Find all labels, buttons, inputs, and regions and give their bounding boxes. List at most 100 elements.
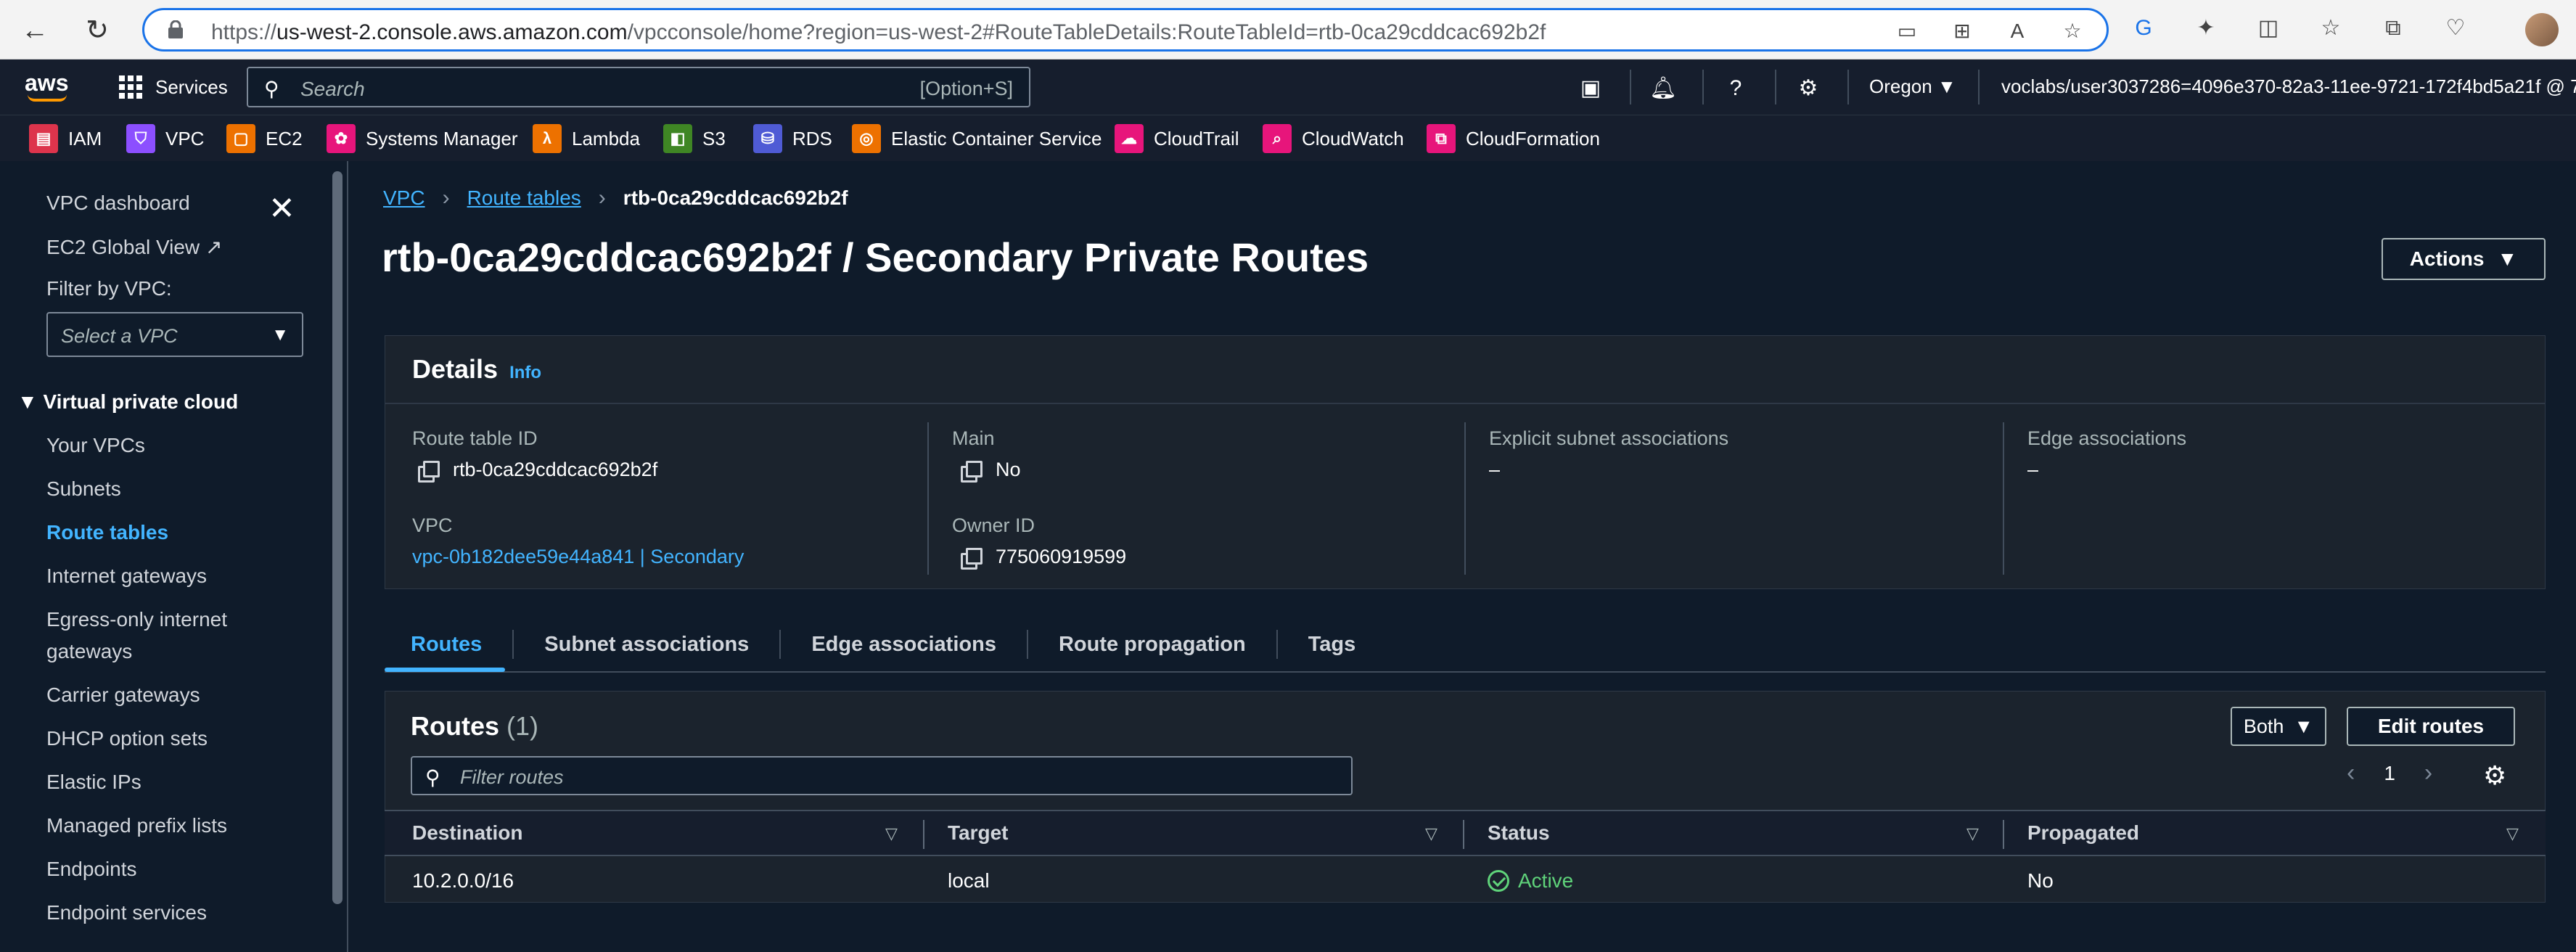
check-circle-icon <box>1488 870 1509 892</box>
apps-icon[interactable]: ⊞ <box>1950 19 1974 44</box>
vpc-link[interactable]: vpc-0b182dee59e44a841 | Secondary <box>412 546 744 568</box>
sidebar-item-your-vpcs[interactable]: Your VPCs <box>46 434 145 457</box>
table-settings-gear-icon[interactable]: ⚙ <box>2483 760 2506 791</box>
health-icon[interactable]: ♡ <box>2442 15 2469 42</box>
search-icon: ⚲ <box>264 78 279 100</box>
chevron-right-icon[interactable]: › <box>2424 759 2432 787</box>
copy-icon[interactable] <box>961 460 983 483</box>
favorite-star-icon[interactable]: ☆ <box>2060 19 2085 44</box>
fav-lambda[interactable]: λ Lambda <box>533 124 640 153</box>
cell-propagated: No <box>2027 869 2054 892</box>
collections-icon[interactable]: ⧉ <box>2379 15 2407 42</box>
back-icon[interactable]: ← <box>17 13 52 48</box>
sort-caret-icon[interactable]: ▽ <box>2506 824 2519 843</box>
sidebar-item-endpoint-services[interactable]: Endpoint services <box>46 901 207 924</box>
extensions-icon[interactable]: ✦ <box>2192 15 2220 42</box>
fav-ec2[interactable]: ▢ EC2 <box>226 124 303 153</box>
fav-iam[interactable]: ▤ IAM <box>29 124 102 153</box>
cell-status: Active <box>1488 869 1573 892</box>
copy-icon[interactable] <box>418 460 440 483</box>
aws-logo[interactable]: aws <box>25 70 75 103</box>
breadcrumb-vpc[interactable]: VPC <box>383 186 425 210</box>
favorites-icon[interactable]: ☆ <box>2317 15 2345 42</box>
services-menu-button[interactable]: Services <box>119 71 228 103</box>
notifications-bell-icon[interactable]: 🔔︎ <box>1649 74 1678 103</box>
help-icon[interactable]: ? <box>1721 74 1750 103</box>
vpc-icon: ⛉ <box>126 124 155 153</box>
sidebar-section-virtual-private-cloud[interactable]: ▼ Virtual private cloud <box>17 390 238 414</box>
url-text: https://us-west-2.console.aws.amazon.com… <box>211 20 1546 44</box>
fav-systems-manager[interactable]: ✿ Systems Manager <box>327 124 518 153</box>
route-filter-select[interactable]: Both ▼ <box>2231 707 2326 746</box>
column-propagated[interactable]: Propagated <box>2027 821 2139 845</box>
copy-icon[interactable] <box>961 547 983 570</box>
sidebar-item-ec2-global-view[interactable]: EC2 Global View ↗ <box>46 235 222 259</box>
chevron-right-icon: › <box>598 186 606 210</box>
cell-destination: 10.2.0.0/16 <box>412 869 514 892</box>
sidebar-item-endpoints[interactable]: Endpoints <box>46 858 137 881</box>
sidebar-item-egress-only-gateways[interactable]: Egress-only internet <box>46 608 227 631</box>
rds-icon: ⛁ <box>753 124 782 153</box>
profile-avatar[interactable] <box>2525 13 2559 46</box>
reload-icon[interactable]: ↻ <box>80 13 115 48</box>
aws-top-nav: aws Services ⚲ Search [Option+S] ▣ 🔔︎ ? … <box>0 60 2576 115</box>
tab-edge-associations[interactable]: Edge associations <box>781 630 1028 659</box>
column-target[interactable]: Target <box>948 821 1009 845</box>
address-bar[interactable]: https://us-west-2.console.aws.amazon.com… <box>142 8 2109 52</box>
tab-route-propagation[interactable]: Route propagation <box>1028 630 1278 659</box>
fav-ecs[interactable]: ◎ Elastic Container Service <box>852 124 1102 153</box>
chevron-right-icon: › <box>442 186 450 210</box>
details-col-2: Main No Owner ID 775060919599 <box>927 422 1464 575</box>
fav-cloudwatch[interactable]: ⌕ CloudWatch <box>1263 124 1404 153</box>
chevron-left-icon[interactable]: ‹ <box>2347 759 2355 787</box>
actions-button[interactable]: Actions ▼ <box>2382 238 2546 280</box>
sidebar-item-route-tables[interactable]: Route tables <box>46 521 168 544</box>
sidebar-item-managed-prefix-lists[interactable]: Managed prefix lists <box>46 814 227 837</box>
filter-by-vpc-label: Filter by VPC: <box>46 277 172 300</box>
split-screen-icon[interactable]: ◫ <box>2255 15 2282 42</box>
fav-cloudformation[interactable]: ⧉ CloudFormation <box>1427 124 1600 153</box>
sort-caret-icon[interactable]: ▽ <box>885 824 898 843</box>
account-menu[interactable]: voclabs/user3037286=4096e370-82a3-11ee-9… <box>2001 75 2576 98</box>
breadcrumb-route-tables[interactable]: Route tables <box>467 186 581 210</box>
page-title: rtb-0ca29cddcac692b2f / Secondary Privat… <box>382 234 1369 280</box>
translate-icon[interactable]: G <box>2130 15 2157 42</box>
sidebar-item-dhcp-option-sets[interactable]: DHCP option sets <box>46 727 208 750</box>
caret-down-icon: ▼ <box>2294 715 2314 737</box>
breadcrumb-current: rtb-0ca29cddcac692b2f <box>623 186 848 209</box>
vpc-filter-select[interactable]: Select a VPC ▼ <box>46 312 303 357</box>
region-selector[interactable]: Oregon ▼ <box>1869 75 1956 98</box>
fav-vpc[interactable]: ⛉ VPC <box>126 124 204 153</box>
routes-table-header: Destination ▽ Target ▽ Status ▽ Propagat… <box>385 810 2546 856</box>
fav-rds[interactable]: ⛁ RDS <box>753 124 832 153</box>
column-destination[interactable]: Destination <box>412 821 522 845</box>
cast-icon[interactable]: ▭ <box>1895 19 1919 44</box>
sidebar-item-carrier-gateways[interactable]: Carrier gateways <box>46 684 200 707</box>
page-number[interactable]: 1 <box>2384 762 2395 785</box>
cloudshell-icon[interactable]: ▣ <box>1576 74 1605 103</box>
tab-tags[interactable]: Tags <box>1278 630 1387 659</box>
column-status[interactable]: Status <box>1488 821 1550 845</box>
vpc-sidebar: VPC dashboard ✕ EC2 Global View ↗ Filter… <box>0 161 348 952</box>
tab-routes[interactable]: Routes <box>385 630 514 659</box>
filter-routes-input[interactable]: ⚲ Filter routes <box>411 756 1353 795</box>
edit-routes-button[interactable]: Edit routes <box>2347 707 2515 746</box>
sidebar-item-vpc-dashboard[interactable]: VPC dashboard <box>46 192 190 215</box>
lock-icon <box>168 20 183 38</box>
info-link[interactable]: Info <box>509 363 541 382</box>
fav-cloudtrail[interactable]: ☁ CloudTrail <box>1115 124 1239 153</box>
read-aloud-icon[interactable]: A <box>2005 19 2030 44</box>
fav-s3[interactable]: ◧ S3 <box>663 124 726 153</box>
tab-subnet-associations[interactable]: Subnet associations <box>514 630 782 659</box>
sort-caret-icon[interactable]: ▽ <box>1425 824 1437 843</box>
settings-gear-icon[interactable]: ⚙ <box>1794 74 1823 103</box>
sidebar-item-elastic-ips[interactable]: Elastic IPs <box>46 771 141 794</box>
sort-caret-icon[interactable]: ▽ <box>1966 824 1979 843</box>
sidebar-scrollbar[interactable] <box>332 171 342 904</box>
routes-title: Routes (1) <box>411 711 539 741</box>
sidebar-item-egress-only-gateways-cont[interactable]: gateways <box>46 640 132 663</box>
close-icon[interactable]: ✕ <box>268 190 295 227</box>
global-search-input[interactable]: ⚲ Search [Option+S] <box>247 67 1030 107</box>
sidebar-item-subnets[interactable]: Subnets <box>46 477 121 501</box>
sidebar-item-internet-gateways[interactable]: Internet gateways <box>46 565 207 588</box>
